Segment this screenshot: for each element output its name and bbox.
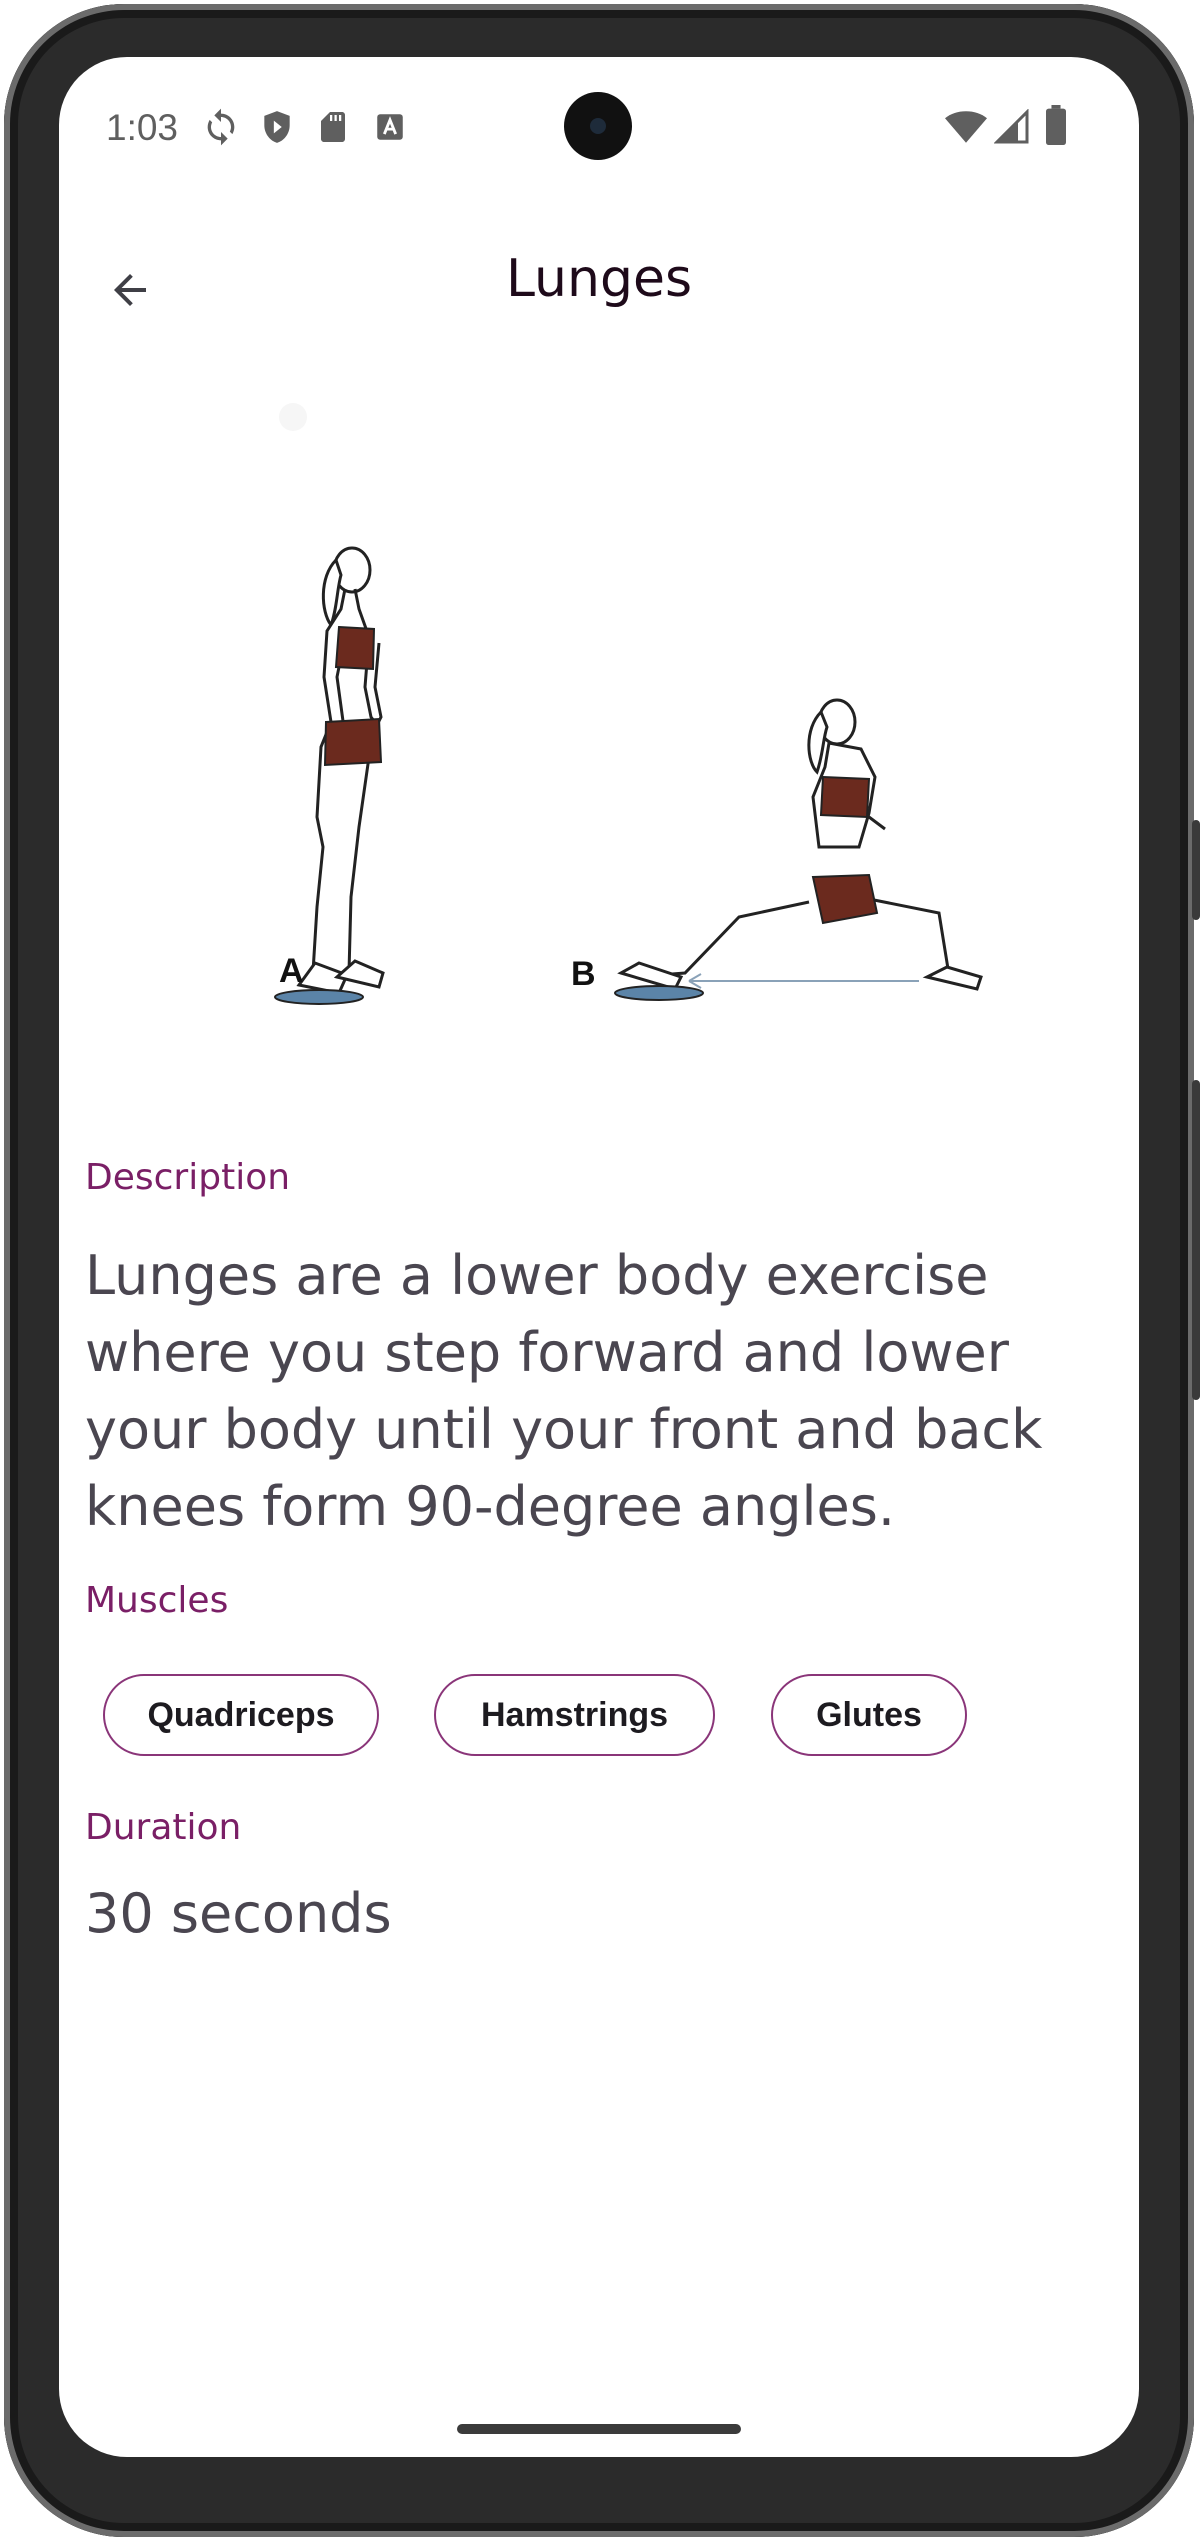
- label-a: A: [279, 952, 304, 990]
- shield-icon: [258, 107, 296, 151]
- muscle-chip[interactable]: Quadriceps: [103, 1674, 379, 1756]
- muscle-chip[interactable]: Glutes: [771, 1674, 967, 1756]
- battery-icon: [1044, 105, 1068, 149]
- font-a-icon: [373, 107, 407, 151]
- page-title: Lunges: [505, 249, 693, 309]
- front-camera: [564, 92, 632, 160]
- sync-icon: [201, 107, 241, 151]
- top-app-bar: Lunges: [59, 227, 1139, 347]
- sd-card-icon: [315, 107, 351, 151]
- status-bar: 1:03: [59, 57, 1139, 197]
- description-text: Lunges are a lower body exercise where y…: [85, 1244, 1043, 1538]
- screen: 1:03 Lunges A B Description Lunges are a…: [59, 57, 1139, 2457]
- wifi-icon: [945, 109, 987, 149]
- power-button: [1192, 820, 1200, 920]
- duration-value: 30 seconds: [85, 1882, 392, 1945]
- device-frame: 1:03 Lunges A B Description Lunges are a…: [0, 0, 1200, 2541]
- volume-button: [1192, 1080, 1200, 1400]
- home-indicator[interactable]: [457, 2424, 741, 2434]
- description-label: Description: [85, 1157, 291, 1198]
- muscle-chip[interactable]: Hamstrings: [434, 1674, 715, 1756]
- label-b: B: [571, 955, 596, 993]
- duration-label: Duration: [85, 1807, 242, 1848]
- signal-icon: [993, 108, 1030, 149]
- muscles-label: Muscles: [85, 1580, 229, 1621]
- exercise-illustration: A B: [219, 377, 999, 1097]
- lunge-figure-drawing: A B: [274, 403, 983, 1005]
- status-time: 1:03: [106, 107, 179, 148]
